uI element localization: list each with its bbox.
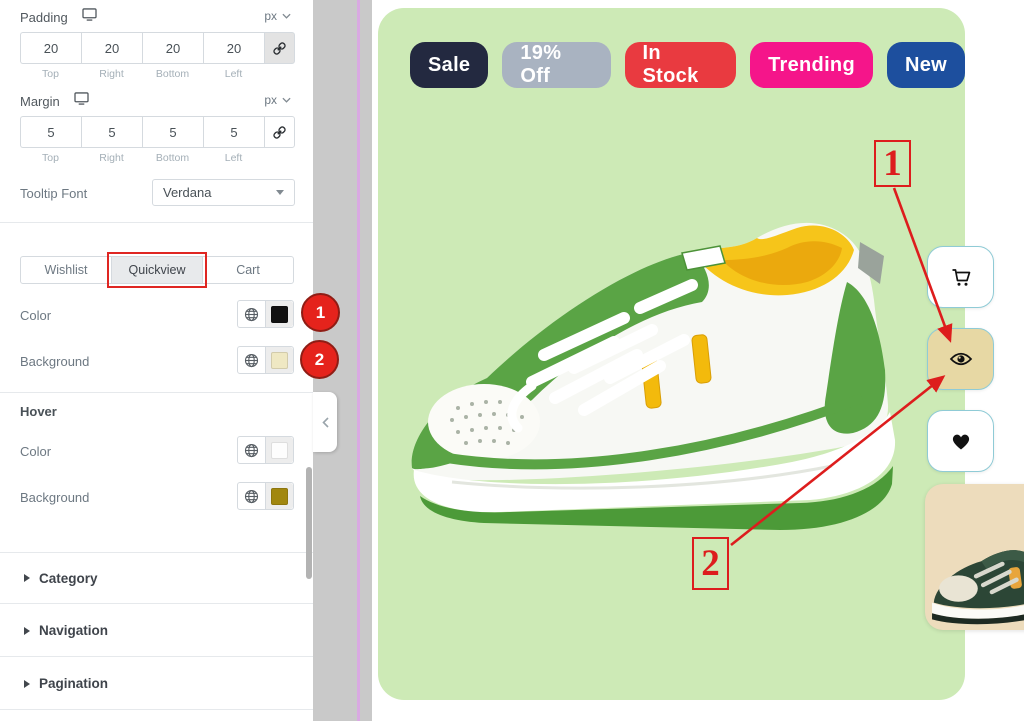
heart-icon (950, 431, 972, 451)
tab-quickview[interactable]: Quickview (112, 257, 203, 283)
callout-step-1: 1 (874, 140, 911, 187)
padding-top-input[interactable] (20, 32, 81, 64)
hover-background-label: Background (20, 490, 89, 505)
globe-icon (244, 307, 259, 322)
globe-icon (244, 443, 259, 458)
thumbnail-sneaker-image (925, 526, 1024, 630)
tooltip-font-value: Verdana (163, 185, 211, 200)
badge-trending: Trending (750, 42, 873, 88)
margin-right-label: Right (81, 152, 142, 164)
product-action-buttons (927, 246, 994, 472)
padding-right-label: Right (81, 68, 142, 80)
divider (0, 392, 313, 393)
margin-top-input[interactable] (20, 116, 81, 148)
drag-guide-line (357, 0, 360, 721)
accordion-category[interactable]: Category (0, 552, 313, 604)
annotation-badge-1: 1 (301, 293, 340, 332)
hover-color-label: Color (20, 444, 51, 459)
hover-color-control[interactable] (237, 436, 294, 464)
hover-background-swatch[interactable] (271, 488, 288, 505)
hover-section-heading: Hover (20, 404, 57, 419)
device-monitor-icon[interactable] (74, 92, 89, 110)
background-swatch[interactable] (271, 352, 288, 369)
quickview-button[interactable] (927, 328, 994, 390)
chevron-left-icon (322, 417, 329, 428)
accordion-navigation-label: Navigation (39, 623, 108, 638)
padding-bottom-label: Bottom (142, 68, 203, 80)
margin-right-input[interactable] (81, 116, 142, 148)
padding-bottom-input[interactable] (142, 32, 203, 64)
padding-unit-label: px (264, 9, 277, 23)
caret-right-icon (24, 680, 30, 688)
eye-icon (949, 350, 973, 368)
button-tabs: Wishlist Quickview Cart (20, 256, 294, 284)
padding-unit-select[interactable]: px (264, 9, 291, 23)
product-thumbnail[interactable] (925, 484, 1024, 630)
margin-link-values-button[interactable] (264, 116, 295, 148)
tab-wishlist[interactable]: Wishlist (21, 257, 112, 283)
product-card: Sale 19% Off In Stock Trending New (378, 8, 965, 700)
padding-label: Padding (20, 10, 68, 25)
annotation-badge-2: 2 (300, 340, 339, 379)
hover-background-control[interactable] (237, 482, 294, 510)
divider (0, 222, 313, 223)
padding-top-label: Top (20, 68, 81, 80)
badge-discount: 19% Off (502, 42, 610, 88)
margin-left-label: Left (203, 152, 264, 164)
panel-collapse-toggle[interactable] (313, 392, 337, 452)
margin-bottom-label: Bottom (142, 152, 203, 164)
caret-right-icon (24, 574, 30, 582)
caret-right-icon (24, 627, 30, 635)
chevron-down-icon (282, 97, 291, 103)
padding-right-input[interactable] (81, 32, 142, 64)
accordion-category-label: Category (39, 571, 98, 586)
device-monitor-icon[interactable] (82, 8, 97, 26)
quickview-background-label: Background (20, 354, 89, 369)
badge-stock: In Stock (625, 42, 737, 88)
padding-left-input[interactable] (203, 32, 264, 64)
product-badges: Sale 19% Off In Stock Trending New (410, 42, 965, 88)
color-swatch[interactable] (271, 306, 288, 323)
margin-bottom-input[interactable] (142, 116, 203, 148)
panel-scrollbar[interactable] (306, 467, 312, 579)
margin-left-input[interactable] (203, 116, 264, 148)
hover-color-swatch[interactable] (271, 442, 288, 459)
globe-icon (244, 353, 259, 368)
link-icon (272, 41, 287, 56)
padding-link-values-button[interactable] (264, 32, 295, 64)
preview-canvas: Sale 19% Off In Stock Trending New (372, 0, 1024, 721)
tooltip-font-label: Tooltip Font (20, 186, 87, 201)
accordion-pagination[interactable]: Pagination (0, 658, 313, 710)
chevron-down-icon (276, 190, 284, 195)
cart-icon (949, 265, 973, 289)
link-icon (272, 125, 287, 140)
callout-step-2: 2 (692, 537, 729, 590)
badge-new: New (887, 42, 965, 88)
product-image-sneaker (392, 190, 912, 545)
quickview-color-control[interactable] (237, 300, 294, 328)
margin-unit-label: px (264, 93, 277, 107)
margin-top-label: Top (20, 152, 81, 164)
accordion-pagination-label: Pagination (39, 676, 108, 691)
add-to-cart-button[interactable] (927, 246, 994, 308)
quickview-background-control[interactable] (237, 346, 294, 374)
quickview-color-label: Color (20, 308, 51, 323)
chevron-down-icon (282, 13, 291, 19)
margin-label: Margin (20, 94, 60, 109)
tooltip-font-select[interactable]: Verdana (152, 179, 295, 206)
wishlist-button[interactable] (927, 410, 994, 472)
accordion-navigation[interactable]: Navigation (0, 605, 313, 657)
globe-icon (244, 489, 259, 504)
margin-unit-select[interactable]: px (264, 93, 291, 107)
badge-sale: Sale (410, 42, 488, 88)
padding-left-label: Left (203, 68, 264, 80)
settings-panel: Padding px Top Right Bottom Left Margin … (0, 0, 313, 721)
tab-cart[interactable]: Cart (203, 257, 293, 283)
